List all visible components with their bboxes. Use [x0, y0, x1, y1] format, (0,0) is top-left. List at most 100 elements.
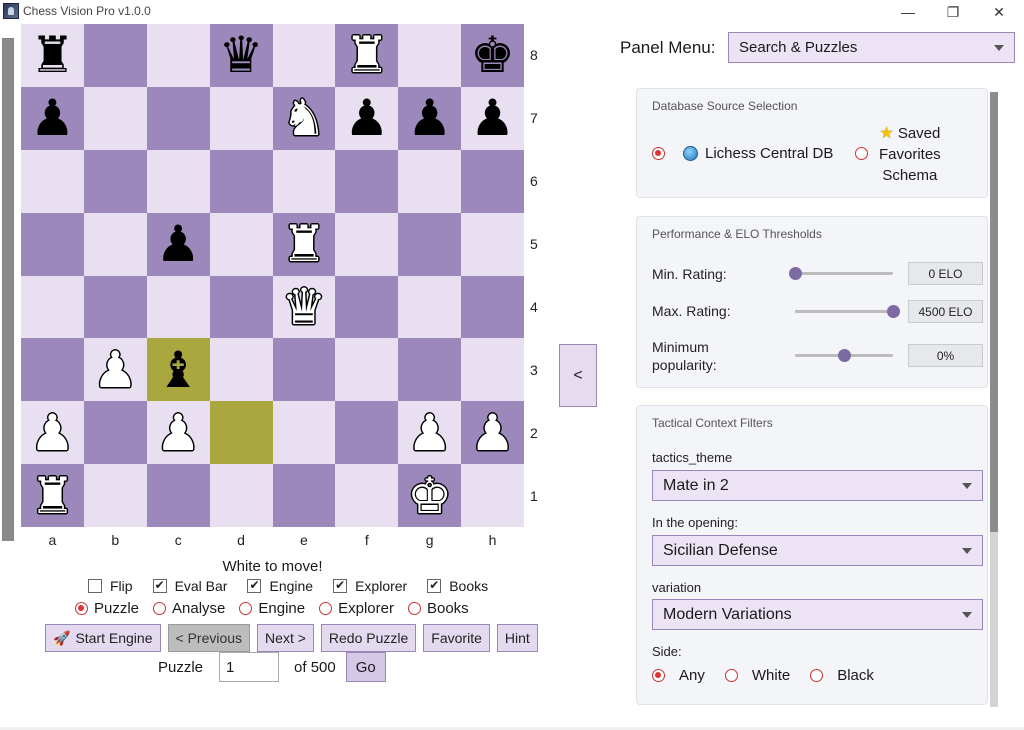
- checkbox-box[interactable]: [88, 579, 102, 593]
- white-rook-icon[interactable]: ♜: [282, 219, 327, 269]
- checkbox-box[interactable]: [333, 578, 348, 593]
- square-h5[interactable]: [461, 212, 524, 276]
- square-e6[interactable]: [272, 149, 336, 213]
- white-knight-icon[interactable]: ♞: [282, 93, 327, 143]
- white-queen-icon[interactable]: ♛: [282, 282, 327, 332]
- square-d8[interactable]: ♛: [209, 24, 273, 87]
- square-c7[interactable]: [146, 86, 210, 150]
- square-f3[interactable]: [335, 338, 399, 402]
- favorite-button[interactable]: Favorite: [423, 624, 490, 652]
- square-d4[interactable]: [209, 275, 273, 339]
- white-rook-icon[interactable]: ♜: [30, 471, 75, 521]
- mode-radio-puzzle[interactable]: Puzzle: [75, 600, 139, 617]
- square-a3[interactable]: [21, 338, 84, 402]
- black-pawn-icon[interactable]: ♟: [156, 219, 201, 269]
- square-g6[interactable]: [398, 149, 462, 213]
- start-engine-button[interactable]: 🚀 Start Engine: [45, 624, 161, 652]
- square-b3[interactable]: ♟: [83, 338, 147, 402]
- mode-radio-analyse[interactable]: Analyse: [153, 600, 225, 617]
- square-c2[interactable]: ♟: [146, 401, 210, 465]
- checkbox-box[interactable]: [152, 578, 167, 593]
- square-h6[interactable]: [461, 149, 524, 213]
- checkbox-books[interactable]: Books: [427, 578, 488, 594]
- square-g1[interactable]: ♚: [398, 464, 462, 527]
- square-d2[interactable]: [209, 401, 273, 465]
- minimize-button[interactable]: —: [885, 0, 931, 24]
- db-option-favorites-radio[interactable]: [855, 147, 868, 165]
- square-g8[interactable]: [398, 24, 462, 87]
- hint-button[interactable]: Hint: [496, 624, 538, 652]
- square-b4[interactable]: [83, 275, 147, 339]
- go-button[interactable]: Go: [345, 652, 386, 682]
- square-e3[interactable]: [272, 338, 336, 402]
- white-pawn-icon[interactable]: ♟: [407, 408, 452, 458]
- square-h4[interactable]: [461, 275, 524, 339]
- square-a6[interactable]: [21, 149, 84, 213]
- white-pawn-icon[interactable]: ♟: [470, 408, 515, 458]
- checkbox-flip[interactable]: Flip: [88, 578, 133, 594]
- white-rook-icon[interactable]: ♜: [344, 30, 389, 80]
- square-a8[interactable]: ♜: [21, 24, 84, 87]
- panel-scrollbar[interactable]: [990, 92, 998, 707]
- black-rook-icon[interactable]: ♜: [30, 30, 75, 80]
- min-rating-slider[interactable]: [789, 267, 893, 280]
- square-g3[interactable]: [398, 338, 462, 402]
- scrollbar-thumb[interactable]: [990, 92, 998, 532]
- square-f4[interactable]: [335, 275, 399, 339]
- square-b2[interactable]: [83, 401, 147, 465]
- mode-radio-books[interactable]: Books: [407, 600, 469, 617]
- white-pawn-icon[interactable]: ♟: [30, 408, 75, 458]
- checkbox-eval-bar[interactable]: Eval Bar: [152, 578, 227, 594]
- square-e2[interactable]: [272, 401, 336, 465]
- radio-circle[interactable]: [810, 669, 824, 682]
- square-f5[interactable]: [335, 212, 399, 276]
- black-pawn-icon[interactable]: ♟: [30, 93, 75, 143]
- black-queen-icon[interactable]: ♛: [219, 30, 264, 80]
- square-h2[interactable]: ♟: [461, 401, 524, 465]
- black-bishop-icon[interactable]: ♝: [156, 345, 201, 395]
- square-e1[interactable]: [272, 464, 336, 527]
- radio-circle[interactable]: [319, 602, 333, 615]
- square-b7[interactable]: [83, 86, 147, 150]
- radio-circle[interactable]: [724, 669, 738, 682]
- square-a1[interactable]: ♜: [21, 464, 84, 527]
- square-b1[interactable]: [83, 464, 147, 527]
- square-e5[interactable]: ♜: [272, 212, 336, 276]
- square-c3[interactable]: ♝: [146, 338, 210, 402]
- square-b5[interactable]: [83, 212, 147, 276]
- white-king-icon[interactable]: ♚: [407, 471, 452, 521]
- previous-button[interactable]: < Previous: [167, 624, 251, 652]
- opening-select[interactable]: Sicilian Defense: [652, 535, 983, 566]
- radio-selected[interactable]: [652, 147, 665, 160]
- next-button[interactable]: Next >: [257, 624, 314, 652]
- radio-circle[interactable]: [153, 602, 167, 615]
- chess-board[interactable]: ♜ ♛ ♜ ♚ ♟ ♞ ♟ ♟ ♟ ♟ ♜ ♛ ♟ ♝ ♟ ♟ ♟ ♟ ♜ ♚: [21, 24, 524, 527]
- square-e7[interactable]: ♞: [272, 86, 336, 150]
- checkbox-box[interactable]: [427, 578, 442, 593]
- square-f2[interactable]: [335, 401, 399, 465]
- square-c1[interactable]: [146, 464, 210, 527]
- black-pawn-icon[interactable]: ♟: [344, 93, 389, 143]
- theme-select[interactable]: Mate in 2: [652, 470, 983, 501]
- checkbox-engine[interactable]: Engine: [247, 578, 313, 594]
- slider-knob[interactable]: [887, 305, 900, 318]
- redo-puzzle-button[interactable]: Redo Puzzle: [320, 624, 417, 652]
- square-a4[interactable]: [21, 275, 84, 339]
- square-c4[interactable]: [146, 275, 210, 339]
- side-radio-any[interactable]: Any: [652, 667, 705, 684]
- mode-radio-explorer[interactable]: Explorer: [319, 600, 394, 617]
- square-g4[interactable]: [398, 275, 462, 339]
- square-e8[interactable]: [272, 24, 336, 87]
- db-option-favorites[interactable]: ★ Saved Favorites Schema: [879, 123, 941, 186]
- black-king-icon[interactable]: ♚: [470, 30, 515, 80]
- panel-menu-select[interactable]: Search & Puzzles: [728, 32, 1015, 63]
- square-e4[interactable]: ♛: [272, 275, 336, 339]
- square-c5[interactable]: ♟: [146, 212, 210, 276]
- square-g2[interactable]: ♟: [398, 401, 462, 465]
- square-h1[interactable]: [461, 464, 524, 527]
- square-f7[interactable]: ♟: [335, 86, 399, 150]
- radio-circle[interactable]: [652, 669, 665, 682]
- square-d1[interactable]: [209, 464, 273, 527]
- square-g5[interactable]: [398, 212, 462, 276]
- square-h8[interactable]: ♚: [461, 24, 524, 87]
